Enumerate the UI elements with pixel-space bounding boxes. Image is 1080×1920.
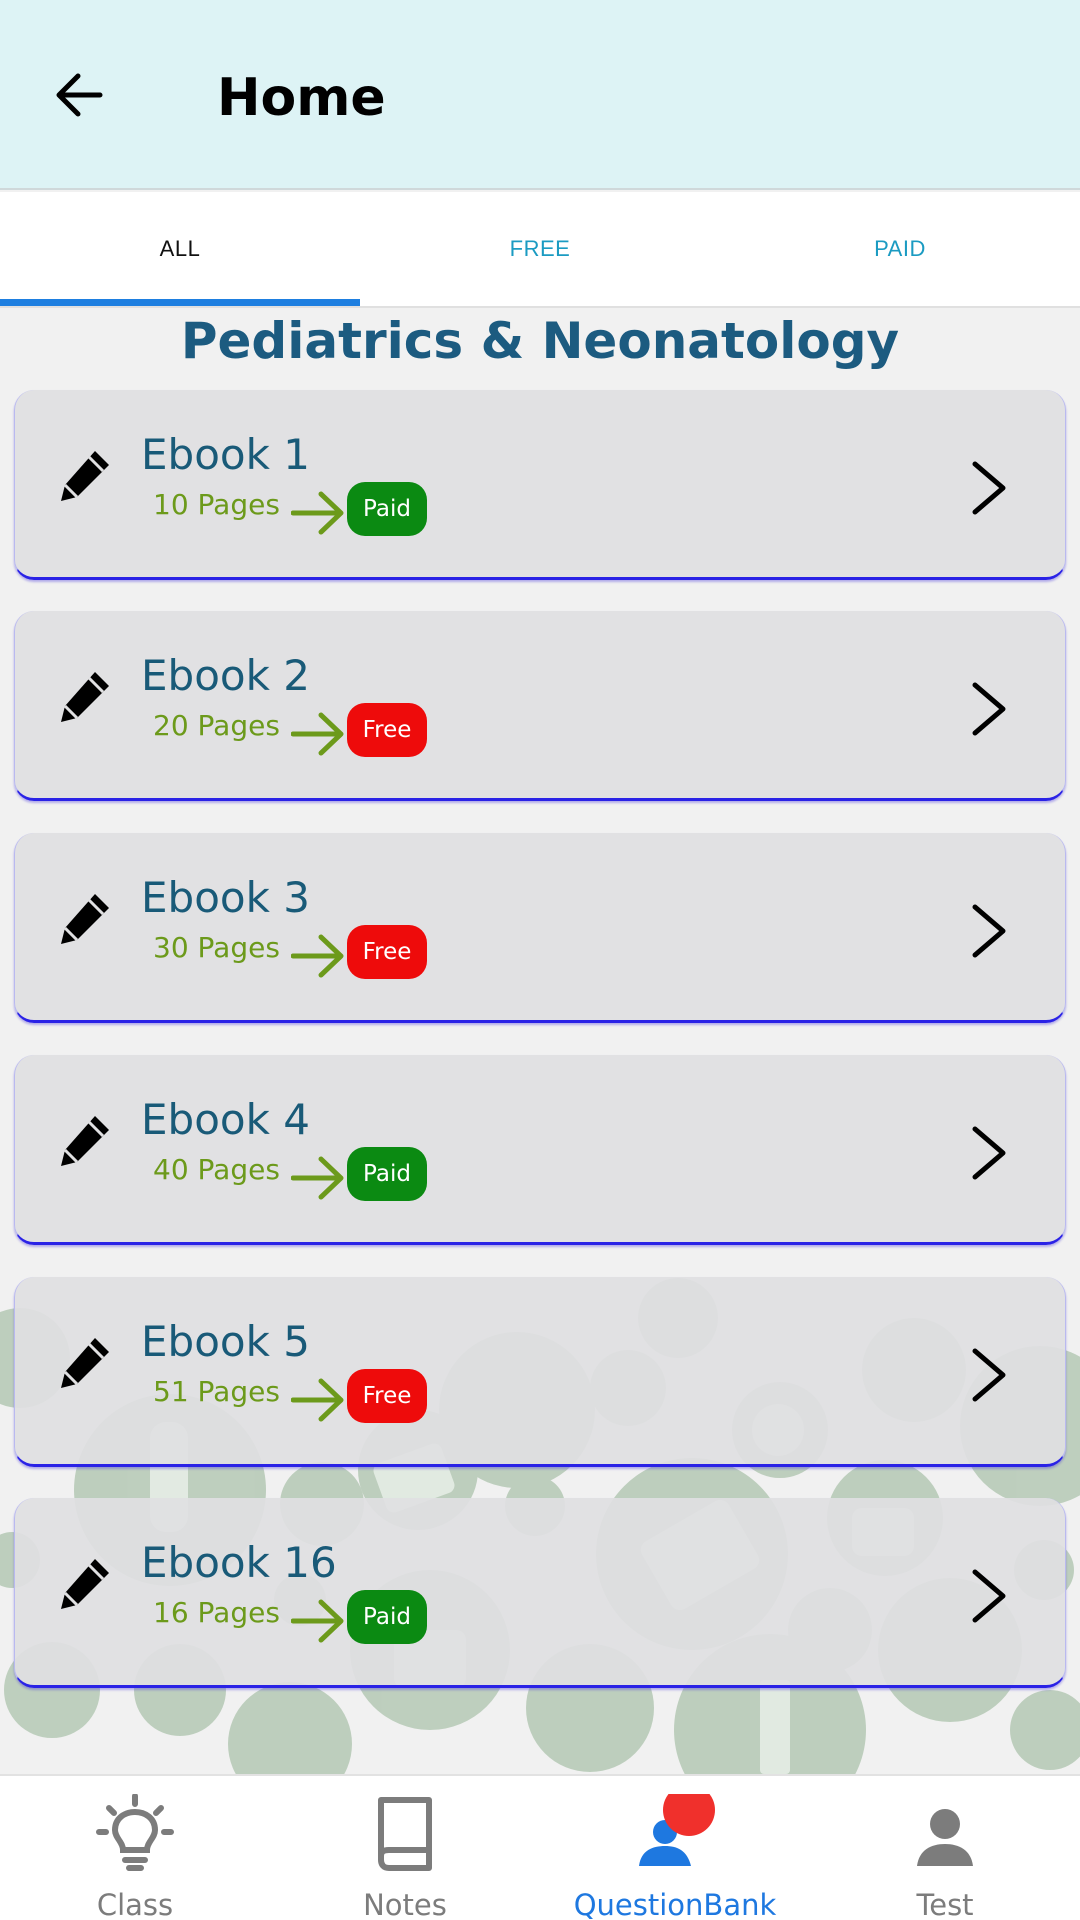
tab-free-label: FREE [509,236,571,261]
price-badge: Paid [347,1590,427,1644]
pencil-icon [61,1338,109,1388]
ebook-title: Ebook 1 [141,430,310,479]
tab-all-label: ALL [159,236,201,261]
app-bar: Home [0,0,1080,190]
section-title: Pediatrics & Neonatology [180,312,900,370]
group-icon [639,1794,715,1866]
arrow-left-icon[interactable] [50,64,110,124]
tab-paid-label: PAID [874,236,926,261]
pencil-icon [61,451,109,501]
arrow-right-icon [291,491,344,535]
ebook-card[interactable]: Ebook 2 20 Pages Free [14,611,1066,801]
nav-test[interactable]: Test [810,1776,1080,1920]
arrow-right-icon [291,934,344,978]
pencil-icon [61,1559,109,1609]
ebook-title: Ebook 4 [141,1095,310,1144]
ebook-page-count: 20 Pages [153,709,280,742]
nav-test-label: Test [916,1888,974,1920]
ebook-title: Ebook 3 [141,873,310,922]
tab-free[interactable]: FREE [360,192,720,306]
tab-all[interactable]: ALL [0,192,360,306]
ebook-title: Ebook 16 [141,1538,337,1587]
nav-notes-label: Notes [363,1888,447,1920]
ebook-page-count: 10 Pages [153,488,280,521]
page-title: Home [217,68,386,128]
arrow-right-icon [291,712,344,756]
price-badge: Paid [347,1147,427,1201]
chevron-right-icon[interactable] [963,1345,1013,1405]
lightbulb-icon [96,1794,174,1871]
ebook-page-count: 51 Pages [153,1375,280,1408]
ebook-card[interactable]: Ebook 1 10 Pages Paid [14,390,1066,580]
ebook-card[interactable]: Ebook 16 16 Pages Paid [14,1498,1066,1688]
arrow-right-icon [291,1378,344,1422]
nav-class-label: Class [96,1888,174,1920]
price-badge: Paid [347,482,427,536]
ebook-page-count: 40 Pages [153,1153,280,1186]
bottom-navigation: Class Notes QuestionBank Test [0,1774,1080,1920]
arrow-right-icon [291,1156,344,1200]
ebook-card[interactable]: Ebook 5 51 Pages Free [14,1277,1066,1467]
tab-bar: ALL FREE PAID [0,192,1080,306]
chevron-right-icon[interactable] [963,1566,1013,1626]
ebook-title: Ebook 5 [141,1317,310,1366]
ebook-card[interactable]: Ebook 4 40 Pages Paid [14,1055,1066,1245]
nav-class[interactable]: Class [0,1776,270,1920]
book-icon [378,1797,432,1871]
chevron-right-icon[interactable] [963,901,1013,961]
pencil-icon [61,1116,109,1166]
chevron-right-icon[interactable] [963,1123,1013,1183]
ebook-title: Ebook 2 [141,651,310,700]
arrow-right-icon [291,1599,344,1643]
tabs-divider [0,306,1080,308]
chevron-right-icon[interactable] [963,679,1013,739]
pencil-icon [61,672,109,722]
person-icon [917,1809,973,1866]
nav-notes[interactable]: Notes [270,1776,540,1920]
nav-questionbank-label: QuestionBank [573,1888,777,1920]
pencil-icon [61,894,109,944]
ebook-page-count: 16 Pages [153,1596,280,1629]
tab-paid[interactable]: PAID [720,192,1080,306]
ebook-card[interactable]: Ebook 3 30 Pages Free [14,833,1066,1023]
chevron-right-icon[interactable] [963,458,1013,518]
ebook-page-count: 30 Pages [153,931,280,964]
nav-questionbank[interactable]: QuestionBank [540,1776,810,1920]
price-badge: Free [347,703,427,757]
price-badge: Free [347,1369,427,1423]
price-badge: Free [347,925,427,979]
tab-indicator [0,299,360,306]
